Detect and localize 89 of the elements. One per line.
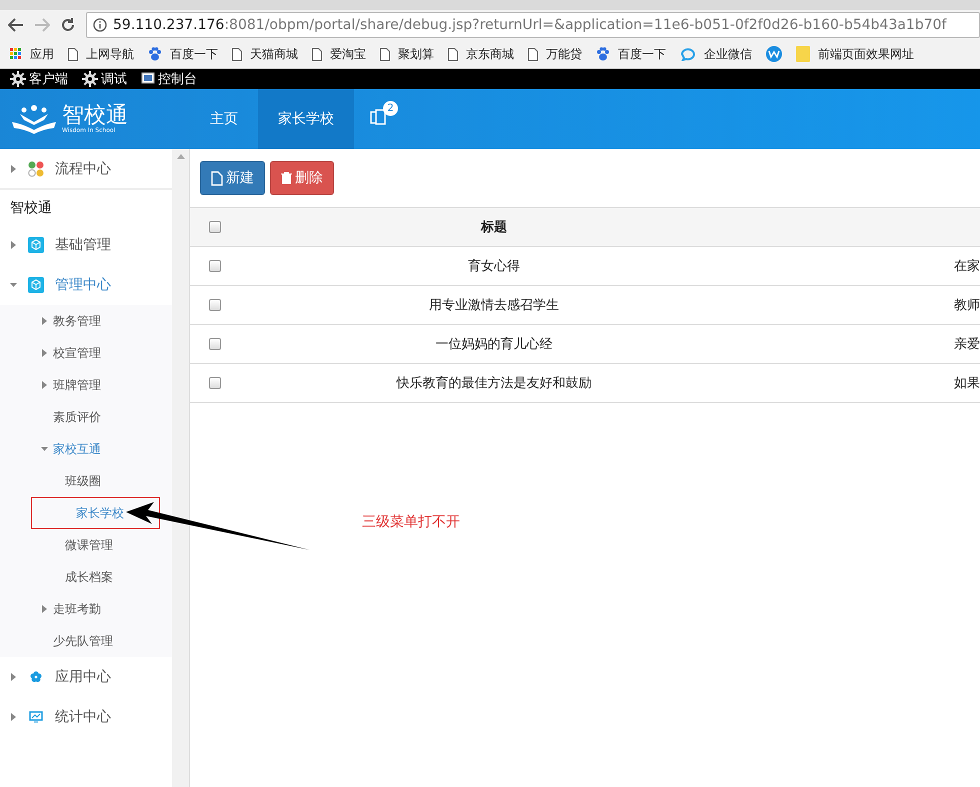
- forward-icon[interactable]: [34, 18, 50, 32]
- menu-item[interactable]: 家校互通: [0, 433, 172, 465]
- caret-icon: [41, 349, 48, 357]
- menu-item[interactable]: 成长档案: [0, 561, 172, 593]
- delete-button[interactable]: 删除: [270, 161, 334, 195]
- bookmark[interactable]: 前端页面效果网址: [796, 46, 914, 62]
- column-header: 标题: [480, 219, 508, 236]
- toolbar-link[interactable]: 调试: [82, 70, 127, 88]
- caret-icon: [10, 241, 17, 249]
- table-cell-text: 在家: [953, 258, 980, 275]
- bookmark[interactable]: 京东商城: [448, 46, 514, 62]
- menu-group[interactable]: 基础管理: [0, 225, 172, 265]
- page-icon: [380, 48, 390, 60]
- info-icon: [93, 18, 107, 32]
- apps-icon: [28, 160, 44, 176]
- reload-icon[interactable]: [60, 17, 76, 33]
- menu-group[interactable]: 管理中心: [0, 265, 172, 305]
- checkbox[interactable]: [209, 299, 221, 311]
- cube-icon: [28, 277, 44, 293]
- paw-icon: [148, 47, 162, 61]
- back-icon[interactable]: [8, 18, 24, 32]
- menu-group[interactable]: 应用中心: [0, 657, 172, 697]
- caret-icon: [10, 673, 17, 681]
- caret-icon: [10, 281, 17, 289]
- page-icon: [232, 48, 242, 60]
- address-field[interactable]: 59.110.237.176:8081/obpm/portal/share/debug.jsp?returnUrl=&application=11e6-b051-0f2f0d26-b160-b54b43a1b70f: [86, 12, 980, 38]
- menu-item[interactable]: 少先队管理: [0, 625, 172, 657]
- cube-icon: [28, 237, 44, 253]
- caret-icon: [41, 445, 48, 453]
- menu-item[interactable]: 校宣管理: [0, 337, 172, 369]
- page-icon: [528, 48, 538, 60]
- new-button[interactable]: 新建: [200, 161, 265, 195]
- table-cell-text: 如果: [953, 375, 980, 392]
- menu-item[interactable]: 微课管理: [0, 529, 172, 561]
- checkbox[interactable]: [209, 377, 221, 389]
- notification-badge: 2: [383, 101, 398, 116]
- caret-icon: [10, 164, 17, 172]
- menu-item[interactable]: 教务管理: [0, 305, 172, 337]
- checkbox[interactable]: [209, 221, 221, 233]
- chat-icon: [680, 47, 696, 61]
- toolbar-link[interactable]: 客户端: [10, 70, 68, 88]
- menu-item[interactable]: 走班考勤: [0, 593, 172, 625]
- table-cell-text: 育女心得: [467, 258, 521, 275]
- table-cell-text: 一位妈妈的育儿心经: [434, 336, 554, 353]
- table-cell-text: 亲爱: [953, 336, 980, 353]
- screen-icon: [29, 711, 43, 723]
- nav-tab[interactable]: 主页: [190, 89, 258, 149]
- caret-icon: [41, 381, 48, 389]
- bookmark[interactable]: 百度一下: [596, 46, 666, 62]
- checkbox[interactable]: [209, 260, 221, 272]
- menu-item[interactable]: 素质评价: [0, 401, 172, 433]
- caret-icon: [41, 317, 48, 325]
- bookmark[interactable]: 上网导航: [68, 46, 134, 62]
- flower-icon: [30, 671, 42, 683]
- bookmark[interactable]: 聚划算: [380, 46, 434, 62]
- toolbar-link[interactable]: 控制台: [141, 70, 197, 88]
- caret-icon: [10, 713, 17, 721]
- menu-item[interactable]: 班级圈: [0, 465, 172, 497]
- folder-icon: [796, 46, 810, 62]
- bookmark[interactable]: 应用: [10, 46, 54, 62]
- page-icon: [68, 48, 78, 60]
- caret-icon: [41, 605, 48, 613]
- annotation-text: 三级菜单打不开: [362, 513, 460, 531]
- menu-group[interactable]: 流程中心: [0, 149, 172, 189]
- bookmark[interactable]: 天猫商城: [232, 46, 298, 62]
- table-cell-text: 教师: [953, 297, 980, 314]
- bookmark[interactable]: 企业微信: [680, 46, 752, 62]
- menu-group[interactable]: 统计中心: [0, 697, 172, 737]
- table-cell-text: 快乐教育的最佳方法是友好和鼓励: [395, 374, 592, 392]
- bookmark[interactable]: 万能贷: [528, 46, 582, 62]
- apps-icon: [10, 48, 22, 60]
- url-text: 59.110.237.176:8081/obpm/portal/share/debug.jsp?returnUrl=&application=11e6-b051-0f2f0d26-b160-b54b43a1b70f: [113, 17, 946, 33]
- table-cell-text: 用专业激情去感召学生: [428, 297, 560, 314]
- w-logo-icon: [766, 46, 782, 62]
- nav-tab[interactable]: 家长学校: [258, 89, 354, 149]
- trash-icon: [281, 172, 292, 184]
- monitor-icon: [141, 72, 155, 86]
- page-icon: [448, 48, 458, 60]
- menu-item[interactable]: 班牌管理: [0, 369, 172, 401]
- scroll-up-icon[interactable]: [176, 154, 184, 159]
- logo-title: 智校通: [62, 104, 128, 126]
- bookmark[interactable]: 百度一下: [148, 46, 218, 62]
- checkbox[interactable]: [209, 338, 221, 350]
- bookmark[interactable]: 爱淘宝: [312, 46, 366, 62]
- paw-icon: [596, 47, 610, 61]
- page-icon: [312, 48, 322, 60]
- menu-item[interactable]: 家长学校: [31, 497, 160, 529]
- file-icon: [211, 170, 223, 186]
- logo-icon: [10, 104, 58, 134]
